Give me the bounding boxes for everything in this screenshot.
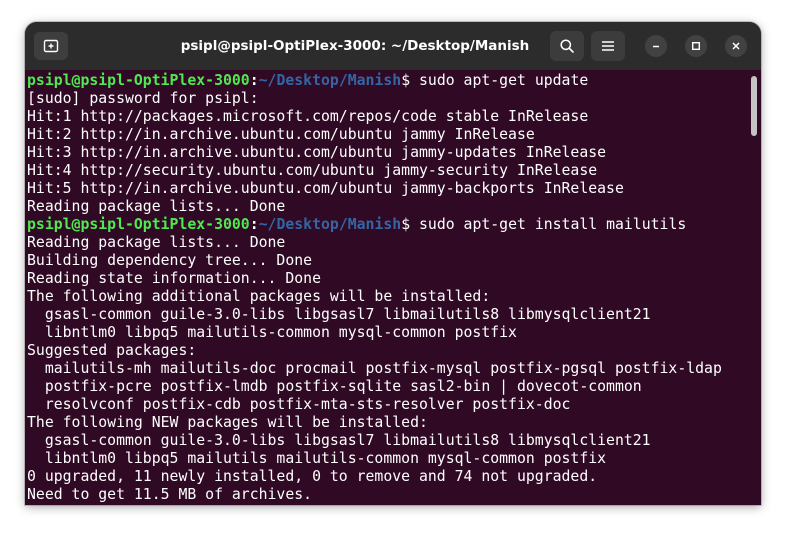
output-line: mailutils-mh mailutils-doc procmail post…: [27, 360, 722, 377]
output-line: Reading package lists... Done: [27, 234, 286, 251]
terminal-text: psipl@psipl-OptiPlex-3000:~/Desktop/Mani…: [27, 72, 722, 504]
output-line: Suggested packages:: [27, 342, 197, 359]
output-line: Hit:2 http://in.archive.ubuntu.com/ubunt…: [27, 126, 535, 143]
output-line: Hit:1 http://packages.microsoft.com/repo…: [27, 108, 589, 125]
prompt-path: ~/Desktop/Manish: [258, 72, 402, 89]
output-line: Hit:4 http://security.ubuntu.com/ubuntu …: [27, 162, 598, 179]
output-line: [sudo] password for psipl:: [27, 90, 259, 107]
close-button[interactable]: [725, 35, 747, 57]
menu-button[interactable]: [591, 31, 625, 61]
output-line: gsasl-common guile-3.0-libs libgsasl7 li…: [27, 432, 651, 449]
hamburger-menu-icon: [602, 41, 614, 51]
output-line: Reading state information... Done: [27, 270, 321, 287]
prompt-user-host: psipl@psipl-OptiPlex-3000: [27, 216, 250, 233]
terminal-output[interactable]: psipl@psipl-OptiPlex-3000:~/Desktop/Mani…: [25, 70, 761, 505]
search-icon: [560, 39, 574, 53]
search-button[interactable]: [550, 31, 584, 61]
output-line: The following NEW packages will be insta…: [27, 414, 428, 431]
close-icon: [732, 42, 740, 50]
output-line: libntlm0 libpq5 mailutils mailutils-comm…: [27, 450, 607, 467]
output-line: Building dependency tree... Done: [27, 252, 313, 269]
prompt-line: psipl@psipl-OptiPlex-3000:~/Desktop/Mani…: [27, 216, 722, 234]
output-line: The following additional packages will b…: [27, 288, 491, 305]
output-line: libntlm0 libpq5 mailutils-common mysql-c…: [27, 324, 517, 341]
output-line: Reading package lists... Done: [27, 198, 286, 215]
output-line: Need to get 11.5 MB of archives.: [27, 486, 313, 503]
prompt-user-host: psipl@psipl-OptiPlex-3000: [27, 72, 250, 89]
output-line: gsasl-common guile-3.0-libs libgsasl7 li…: [27, 306, 651, 323]
maximize-icon: [692, 42, 700, 50]
output-line: postfix-pcre postfix-lmdb postfix-sqlite…: [27, 378, 642, 395]
scrollbar[interactable]: [751, 76, 757, 136]
prompt-separator: :: [249, 216, 259, 233]
command-text: $ sudo apt-get update: [401, 72, 589, 89]
terminal-window: psipl@psipl-OptiPlex-3000: ~/Desktop/Man…: [25, 22, 761, 505]
new-tab-icon: [43, 39, 59, 53]
prompt-separator: :: [249, 72, 259, 89]
output-line: Hit:5 http://in.archive.ubuntu.com/ubunt…: [27, 180, 624, 197]
prompt-path: ~/Desktop/Manish: [258, 216, 402, 233]
minimize-icon: [653, 45, 659, 48]
title-bar: psipl@psipl-OptiPlex-3000: ~/Desktop/Man…: [25, 22, 761, 70]
minimize-button[interactable]: [645, 35, 667, 57]
output-line: resolvconf postfix-cdb postfix-mta-sts-r…: [27, 396, 571, 413]
output-line: 0 upgraded, 11 newly installed, 0 to rem…: [27, 468, 598, 485]
command-text: $ sudo apt-get install mailutils: [401, 216, 687, 233]
new-tab-button[interactable]: [34, 32, 68, 60]
window-title: psipl@psipl-OptiPlex-3000: ~/Desktop/Man…: [180, 38, 530, 54]
maximize-button[interactable]: [685, 35, 707, 57]
prompt-line: psipl@psipl-OptiPlex-3000:~/Desktop/Mani…: [27, 72, 722, 90]
output-line: Hit:3 http://in.archive.ubuntu.com/ubunt…: [27, 144, 607, 161]
